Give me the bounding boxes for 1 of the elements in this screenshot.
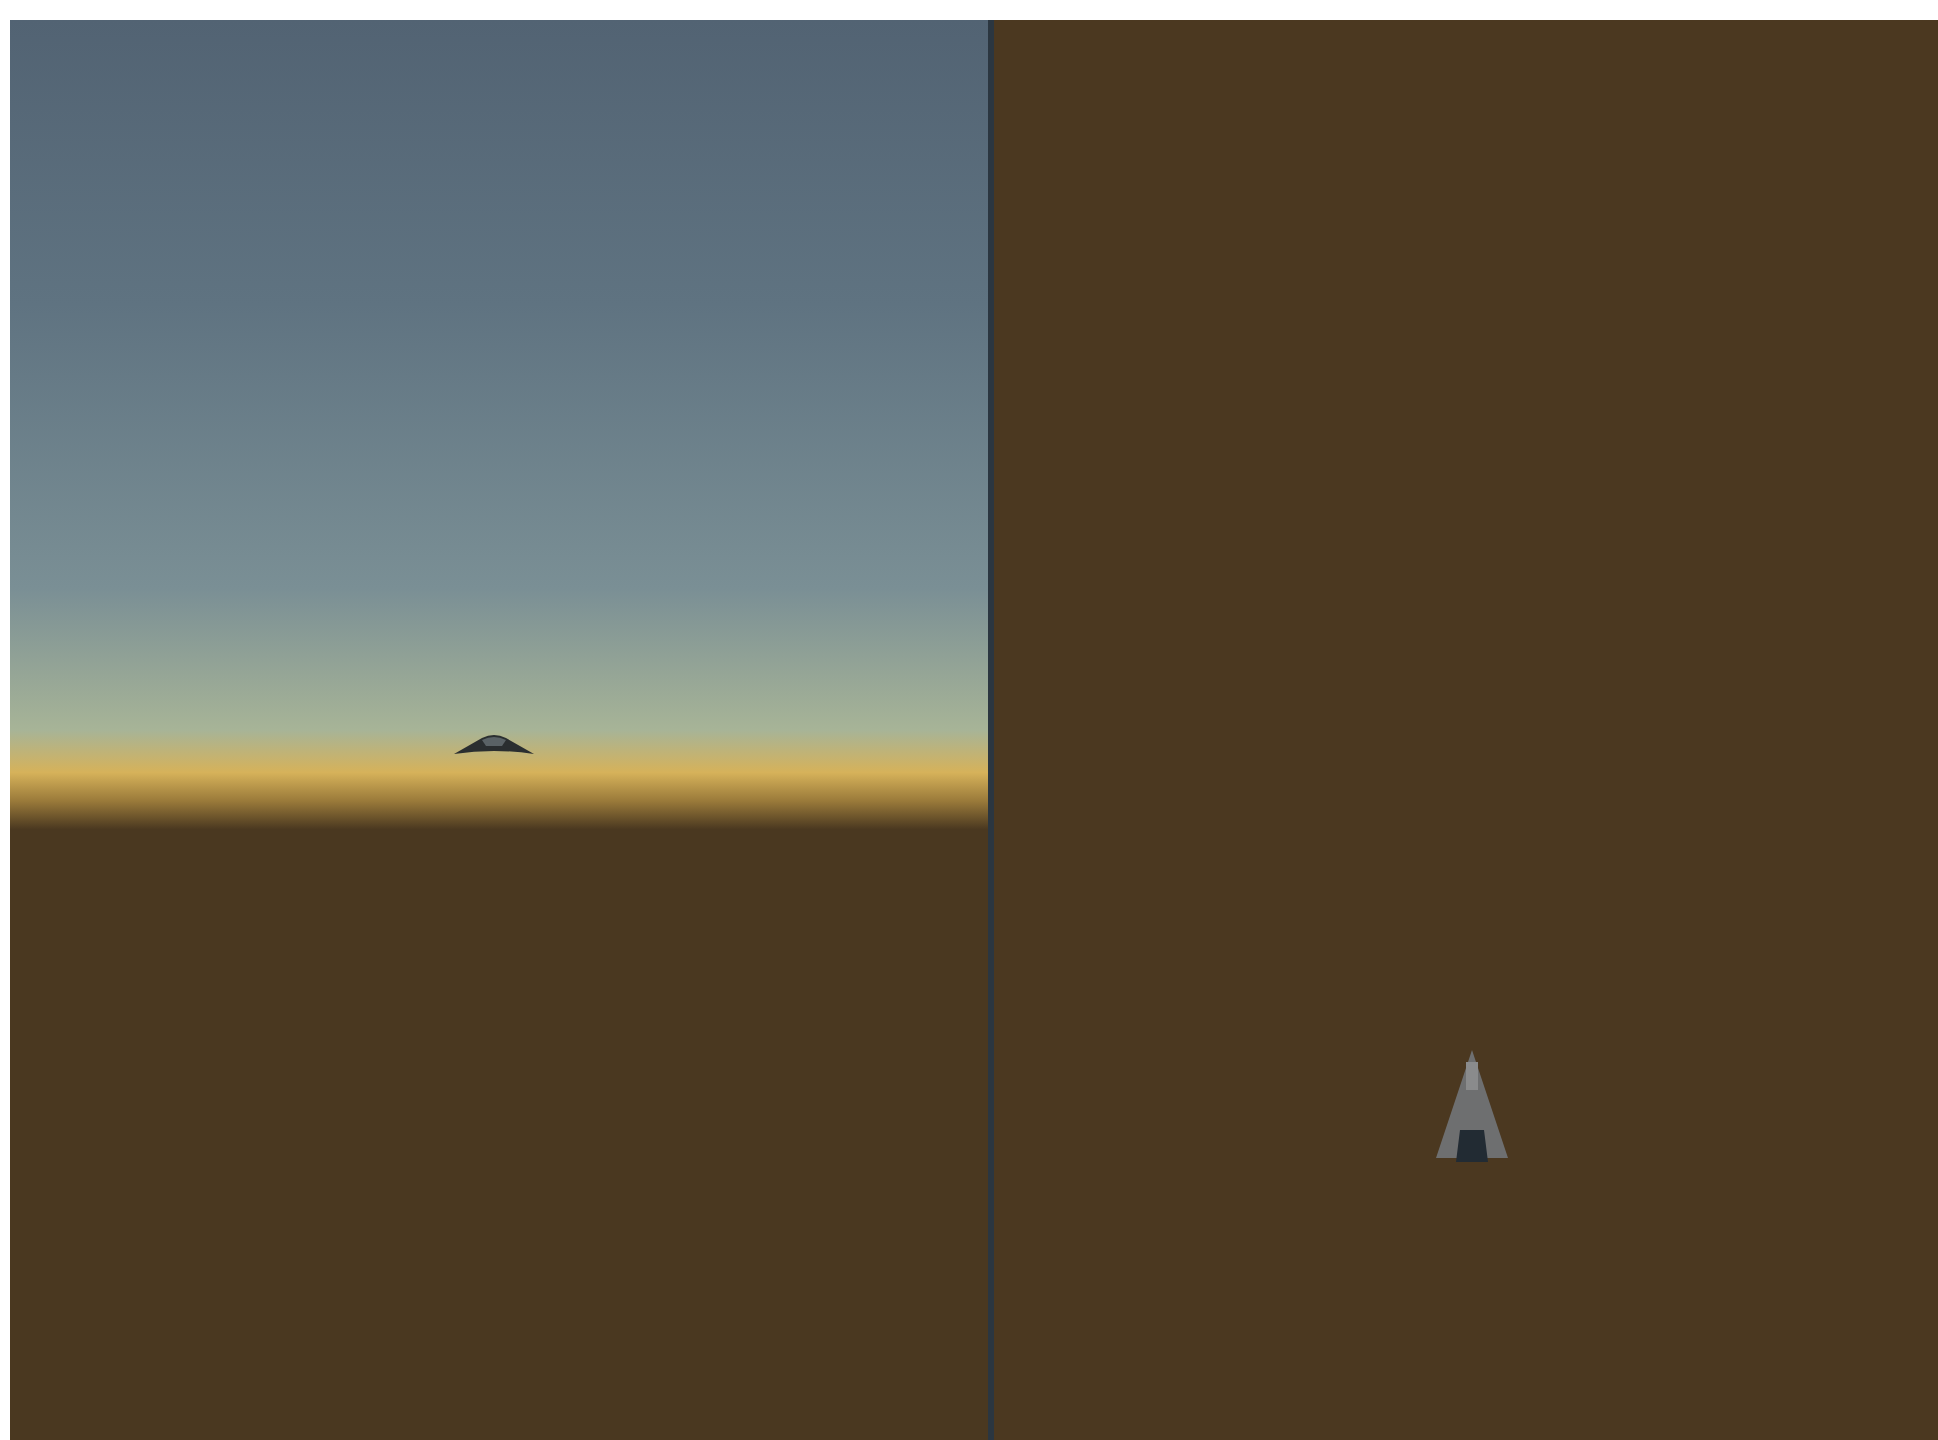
- spaceship-drawing: [454, 732, 534, 756]
